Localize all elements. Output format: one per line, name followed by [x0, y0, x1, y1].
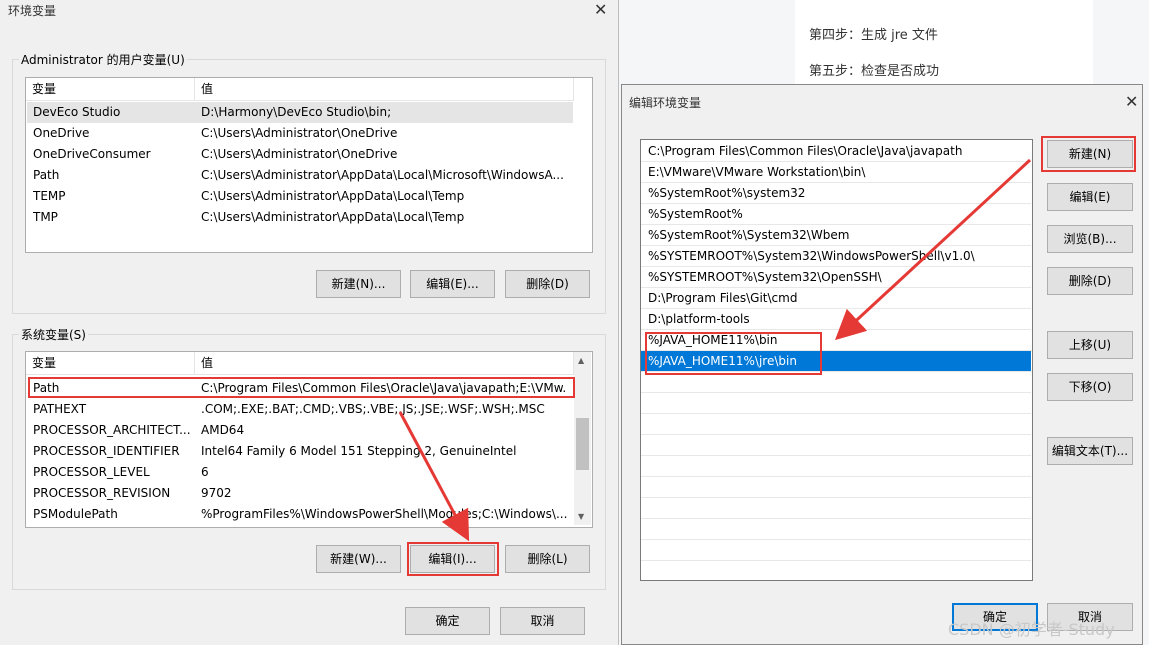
system-new-button[interactable]: 新建(W)... — [316, 545, 401, 573]
environment-variables-dialog: 环境变量 ✕ Administrator 的用户变量(U) 变量 值 DevEc… — [0, 0, 619, 645]
variable-value: C:\Users\Administrator\AppData\Local\Tem… — [201, 210, 465, 224]
path-entry[interactable]: %SYSTEMROOT%\System32\WindowsPowerShell\… — [641, 246, 1031, 267]
document-page: 第四步：生成 jre 文件 第五步：检查是否成功 — [795, 0, 1093, 90]
path-entry[interactable]: %SYSTEMROOT%\System32\OpenSSH\ — [641, 267, 1031, 288]
path-entry-empty[interactable] — [641, 372, 1031, 393]
scroll-down-icon[interactable]: ▼ — [578, 512, 584, 521]
system-variable-row[interactable]: PROCESSOR_ARCHITECT... AMD64 — [27, 420, 573, 441]
variable-value: AMD64 — [201, 423, 245, 437]
path-entry[interactable]: %JAVA_HOME11%\jre\bin — [641, 351, 1031, 372]
path-entry[interactable]: %SystemRoot% — [641, 204, 1031, 225]
edit-environment-variable-dialog: 编辑环境变量 ✕ C:\Program Files\Common Files\O… — [621, 84, 1143, 645]
path-entry-empty[interactable] — [641, 477, 1031, 498]
path-entry-empty[interactable] — [641, 393, 1031, 414]
edit-text-button[interactable]: 编辑文本(T)... — [1047, 437, 1133, 465]
system-variable-row[interactable]: PROCESSOR_LEVEL 6 — [27, 462, 573, 483]
path-entry-empty[interactable] — [641, 456, 1031, 477]
close-icon[interactable]: ✕ — [594, 2, 607, 18]
variable-name: Path — [33, 381, 60, 395]
variable-name: PROCESSOR_ARCHITECT... — [33, 423, 191, 437]
user-variable-row[interactable]: OneDrive C:\Users\Administrator\OneDrive — [27, 123, 573, 144]
system-variables-list[interactable]: 变量 值 Path C:\Program Files\Common Files\O… — [25, 351, 593, 528]
path-entry-empty[interactable] — [641, 540, 1031, 561]
user-variable-row[interactable]: TEMP C:\Users\Administrator\AppData\Local… — [27, 186, 573, 207]
variable-value: 9702 — [201, 486, 232, 500]
variable-name: Path — [33, 168, 60, 182]
variable-name: PROCESSOR_LEVEL — [33, 465, 150, 479]
variable-value: D:\Harmony\DevEco Studio\bin; — [201, 105, 392, 119]
move-down-button[interactable]: 下移(O) — [1047, 373, 1133, 401]
variable-name: OneDrive — [33, 126, 90, 140]
user-variable-row[interactable]: Path C:\Users\Administrator\AppData\Local… — [27, 165, 573, 186]
variable-value: C:\Program Files\Common Files\Oracle\Jav… — [201, 381, 567, 395]
system-variables-label: 系统变量(S) — [19, 326, 88, 343]
path-entry[interactable]: D:\Program Files\Git\cmd — [641, 288, 1031, 309]
variable-value: .COM;.EXE;.BAT;.CMD;.VBS;.VBE;.JS;.JSE;.… — [201, 402, 545, 416]
variable-value: C:\Users\Administrator\AppData\Local\Tem… — [201, 189, 465, 203]
path-entry-empty[interactable] — [641, 414, 1031, 435]
user-variable-row[interactable]: OneDriveConsumer C:\Users\Administrator\O… — [27, 144, 573, 165]
path-entry[interactable]: C:\Program Files\Common Files\Oracle\Jav… — [641, 141, 1031, 162]
path-entries-list[interactable]: C:\Program Files\Common Files\Oracle\Jav… — [640, 139, 1033, 581]
browse-button[interactable]: 浏览(B)... — [1047, 225, 1133, 253]
variable-name: DevEco Studio — [33, 105, 121, 119]
column-header-value[interactable]: 值 — [195, 78, 574, 100]
delete-path-button[interactable]: 删除(D) — [1047, 267, 1133, 295]
user-variables-label: Administrator 的用户变量(U) — [19, 51, 187, 68]
variable-value: C:\Users\Administrator\OneDrive — [201, 126, 398, 140]
path-entry-empty[interactable] — [641, 498, 1031, 519]
user-list-header: 变量 值 — [26, 78, 574, 101]
variable-value: %ProgramFiles%\WindowsPowerShell\Modules… — [201, 507, 567, 521]
user-delete-button[interactable]: 删除(D) — [505, 270, 590, 298]
system-variable-row[interactable]: PSModulePath %ProgramFiles%\WindowsPowerS… — [27, 504, 573, 525]
system-variable-row[interactable]: PATHEXT .COM;.EXE;.BAT;.CMD;.VBS;.VBE;.JS… — [27, 399, 573, 420]
variable-name: PROCESSOR_REVISION — [33, 486, 171, 500]
scroll-up-icon[interactable]: ▲ — [578, 356, 584, 365]
variable-name: TMP — [33, 210, 58, 224]
system-edit-button[interactable]: 编辑(I)... — [410, 545, 495, 573]
column-header-variable[interactable]: 变量 — [26, 352, 195, 374]
column-header-variable[interactable]: 变量 — [26, 78, 195, 100]
close-icon[interactable]: ✕ — [1125, 94, 1138, 110]
system-list-scrollbar[interactable]: ▲ ▼ — [574, 352, 591, 525]
user-variables-list[interactable]: 变量 值 DevEco Studio D:\Harmony\DevEco Stud… — [25, 77, 593, 253]
variable-name: OneDriveConsumer — [33, 147, 151, 161]
path-entry-empty[interactable] — [641, 519, 1031, 540]
system-variable-row[interactable]: PROCESSOR_REVISION 9702 — [27, 483, 573, 504]
user-edit-button[interactable]: 编辑(E)... — [410, 270, 495, 298]
doc-step-5: 第五步：检查是否成功 — [809, 64, 940, 79]
variable-name: PSModulePath — [33, 507, 118, 521]
new-path-button[interactable]: 新建(N) — [1047, 140, 1133, 168]
variable-name: TEMP — [33, 189, 66, 203]
system-variable-row[interactable]: PROCESSOR_IDENTIFIER Intel64 Family 6 Mod… — [27, 441, 573, 462]
user-variable-row[interactable]: DevEco Studio D:\Harmony\DevEco Studio\bi… — [27, 102, 573, 123]
user-new-button[interactable]: 新建(N)... — [316, 270, 401, 298]
user-variable-row[interactable]: TMP C:\Users\Administrator\AppData\Local\… — [27, 207, 573, 228]
path-entry-empty[interactable] — [641, 435, 1031, 456]
system-delete-button[interactable]: 删除(L) — [505, 545, 590, 573]
cancel-button[interactable]: 取消 — [500, 607, 585, 635]
doc-step-4: 第四步：生成 jre 文件 — [809, 28, 938, 43]
system-variable-row[interactable]: Path C:\Program Files\Common Files\Oracle… — [27, 378, 573, 399]
path-entry[interactable]: D:\platform-tools — [641, 309, 1031, 330]
path-entry[interactable]: %SystemRoot%\system32 — [641, 183, 1031, 204]
system-list-header: 变量 值 — [26, 352, 574, 375]
ok-button[interactable]: 确定 — [405, 607, 490, 635]
move-up-button[interactable]: 上移(U) — [1047, 331, 1133, 359]
variable-name: PATHEXT — [33, 402, 87, 416]
variable-value: Intel64 Family 6 Model 151 Stepping 2, G… — [201, 444, 517, 458]
watermark: CSDN @初学者-Study — [948, 620, 1115, 639]
dialog-title: 环境变量 — [8, 4, 57, 18]
variable-value: C:\Users\Administrator\OneDrive — [201, 147, 398, 161]
path-entry[interactable]: E:\VMware\VMware Workstation\bin\ — [641, 162, 1031, 183]
dialog-title: 编辑环境变量 — [629, 96, 702, 110]
path-entry[interactable]: %SystemRoot%\System32\Wbem — [641, 225, 1031, 246]
edit-path-button[interactable]: 编辑(E) — [1047, 183, 1133, 211]
variable-name: PROCESSOR_IDENTIFIER — [33, 444, 180, 458]
column-header-value[interactable]: 值 — [195, 352, 574, 374]
scroll-thumb[interactable] — [576, 418, 589, 470]
variable-value: C:\Users\Administrator\AppData\Local\Mic… — [201, 168, 564, 182]
variable-value: 6 — [201, 465, 209, 479]
path-entry[interactable]: %JAVA_HOME11%\bin — [641, 330, 1031, 351]
